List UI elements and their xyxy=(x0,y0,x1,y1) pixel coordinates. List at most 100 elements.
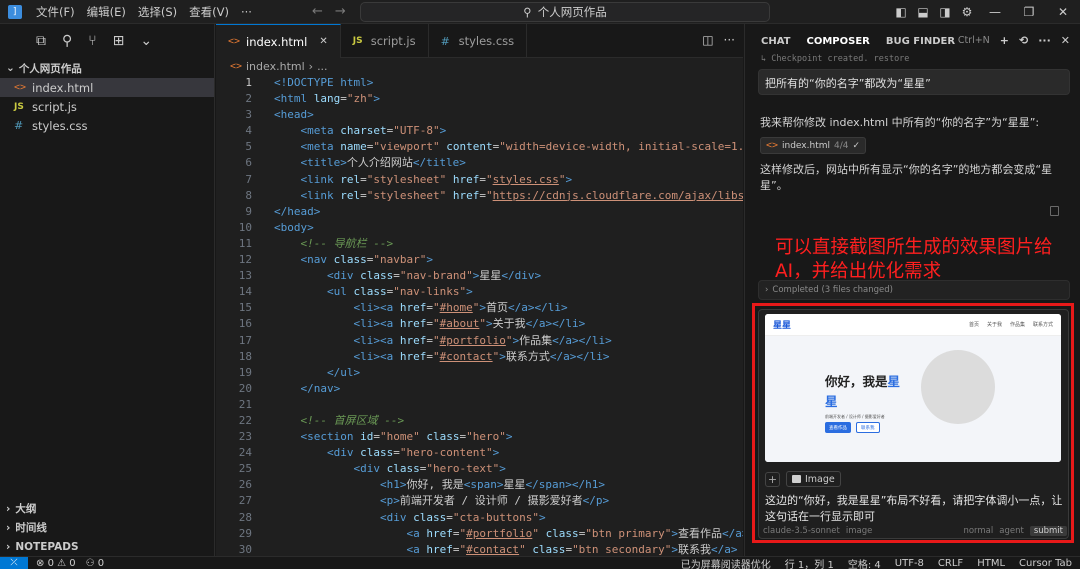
encoding[interactable]: UTF-8 xyxy=(895,558,924,569)
file-name: styles.css xyxy=(32,118,88,133)
code-line: 22 <!-- 首屏区域 --> xyxy=(216,413,743,429)
line-number: 13 xyxy=(238,269,252,283)
line-number: 15 xyxy=(238,301,252,315)
more-icon[interactable]: ··· xyxy=(1038,34,1051,47)
toggle-sidebar-icon[interactable]: ◧ xyxy=(890,0,912,24)
remote-icon[interactable]: ⤫ xyxy=(0,556,28,569)
code-line: 17 <li><a href="#portfolio">作品集</a></li> xyxy=(216,333,743,349)
file-name: script.js xyxy=(32,99,77,114)
command-center-search[interactable]: ⚲ 个人网页作品 xyxy=(360,2,770,22)
code-area[interactable]: 1 <!DOCTYPE html> 2 <html lang="zh"> 3 <head>… xyxy=(216,75,743,556)
line-number: 7 xyxy=(245,172,252,186)
code-text: <p>前端开发者 / 设计师 / 摄影爱好者</p> xyxy=(379,494,610,508)
timeline-label: 时间线 xyxy=(15,522,47,534)
edited-file-chip[interactable]: <> index.html 4/4 ✓ xyxy=(760,137,867,154)
line-number: 22 xyxy=(238,413,252,427)
minimize-icon[interactable]: — xyxy=(978,0,1012,24)
code-line: 23 <section id="home" class="hero"> xyxy=(216,429,743,445)
close-icon[interactable]: ✕ xyxy=(319,36,327,47)
css-file-icon: # xyxy=(14,119,24,132)
line-number: 10 xyxy=(238,220,252,234)
status-left: ⊗ 0 ⚠ 0 ⚇ 0 xyxy=(28,558,104,569)
line-number: 16 xyxy=(238,317,252,331)
line-ending[interactable]: CRLF xyxy=(938,558,963,569)
indentation[interactable]: 空格: 4 xyxy=(848,556,881,569)
cursor-tab[interactable]: Cursor Tab xyxy=(1019,558,1072,569)
menu-view[interactable]: 查看(V) xyxy=(189,4,229,20)
language-mode[interactable]: HTML xyxy=(977,558,1005,569)
code-text: <section id="home" class="hero"> xyxy=(300,430,513,444)
tab-styles-css[interactable]: # styles.css xyxy=(429,24,528,58)
menu-file[interactable]: 文件(F) xyxy=(36,4,75,20)
code-line: 21 xyxy=(216,397,743,413)
html-file-icon: <> xyxy=(14,82,27,93)
line-number: 29 xyxy=(238,526,252,540)
breadcrumb-sep: › xyxy=(308,59,314,73)
file-item-index-html[interactable]: <> index.html xyxy=(0,78,214,97)
menu-more[interactable]: ··· xyxy=(241,5,252,19)
html-file-icon: <> xyxy=(228,36,241,47)
chevron-right-icon: › xyxy=(6,521,11,534)
breadcrumb-more[interactable]: ... xyxy=(317,60,328,73)
code-line: 16 <li><a href="#about">关于我</a></li> xyxy=(216,316,743,332)
cursor-position[interactable]: 行 1，列 1 xyxy=(785,556,834,569)
new-shortcut: Ctrl+N xyxy=(957,35,990,46)
toggle-secondary-sidebar-icon[interactable]: ◨ xyxy=(934,0,956,24)
screen-reader-status[interactable]: 已为屏幕阅读器优化 xyxy=(681,556,771,569)
back-arrow-icon[interactable]: ← xyxy=(312,4,323,19)
status-bar: ⤫ ⊗ 0 ⚠ 0 ⚇ 0 已为屏幕阅读器优化 行 1，列 1 空格: 4 UT… xyxy=(0,556,1080,569)
close-icon[interactable]: ✕ xyxy=(1061,34,1070,47)
close-window-icon[interactable]: ✕ xyxy=(1046,0,1080,24)
search-icon[interactable]: ⚲ xyxy=(62,33,72,49)
tab-script-js[interactable]: JS script.js xyxy=(341,24,429,58)
timeline-section[interactable]: › 时间线 xyxy=(0,518,214,537)
menu-edit[interactable]: 编辑(E) xyxy=(87,4,126,20)
code-text: <head> xyxy=(274,108,314,122)
ports-indicator[interactable]: ⚇ 0 xyxy=(86,558,105,569)
copy-icon[interactable] xyxy=(1050,206,1059,216)
completed-bar[interactable]: › Completed (3 files changed) xyxy=(758,280,1070,300)
css-file-icon: # xyxy=(440,34,450,48)
history-icon[interactable]: ⟲ xyxy=(1019,34,1028,47)
tab-chat[interactable]: CHAT xyxy=(761,36,791,47)
forward-arrow-icon[interactable]: → xyxy=(335,4,346,19)
line-number: 3 xyxy=(245,108,252,122)
extensions-icon[interactable]: ⊞ xyxy=(113,33,125,49)
command-center-text: 个人网页作品 xyxy=(537,5,607,19)
tab-index-html[interactable]: <> index.html ✕ xyxy=(216,24,341,58)
split-editor-icon[interactable]: ◫ xyxy=(702,33,713,47)
line-number: 20 xyxy=(238,381,252,395)
code-text: <!DOCTYPE html> xyxy=(274,76,374,89)
chevron-down-icon[interactable]: ⌄ xyxy=(140,33,152,49)
code-text: </ul> xyxy=(326,365,361,379)
checkpoint-note[interactable]: ↳ Checkpoint created. restore xyxy=(761,54,909,64)
tab-bug-finder[interactable]: BUG FINDER xyxy=(886,36,955,47)
outline-label: 大纲 xyxy=(15,503,37,515)
outline-section[interactable]: › 大纲 xyxy=(0,499,214,518)
add-icon[interactable]: + xyxy=(1000,34,1009,47)
code-line: 10 <body> xyxy=(216,220,743,236)
code-text: </nav> xyxy=(300,381,341,395)
file-item-styles-css[interactable]: # styles.css xyxy=(0,116,214,135)
restore-icon[interactable]: ❐ xyxy=(1012,0,1046,24)
file-item-script-js[interactable]: JS script.js xyxy=(0,97,214,116)
code-text: <li><a href="#home">首页</a></li> xyxy=(353,301,568,315)
gear-icon[interactable]: ⚙ xyxy=(956,0,978,24)
files-icon[interactable]: ⧉ xyxy=(36,33,46,49)
toggle-panel-icon[interactable]: ⬓ xyxy=(912,0,934,24)
notepads-section[interactable]: › NOTEPADS xyxy=(0,537,214,556)
code-text: <body> xyxy=(274,220,314,234)
tab-composer[interactable]: COMPOSER xyxy=(807,36,870,47)
tab-label: index.html xyxy=(246,34,308,49)
folder-root[interactable]: ⌄ 个人网页作品 xyxy=(0,58,214,78)
line-number: 4 xyxy=(245,124,252,138)
menu-selection[interactable]: 选择(S) xyxy=(138,4,177,20)
code-text: <link rel="stylesheet" href="styles.css"… xyxy=(300,172,573,186)
source-control-icon[interactable]: ⑂ xyxy=(88,33,96,49)
problems-indicator[interactable]: ⊗ 0 ⚠ 0 xyxy=(36,558,76,569)
chevron-down-icon: ⌄ xyxy=(6,62,15,74)
more-actions-icon[interactable]: ··· xyxy=(724,33,735,47)
red-highlight-frame xyxy=(752,303,1074,543)
line-number: 11 xyxy=(238,236,252,250)
breadcrumb-file[interactable]: index.html xyxy=(246,60,305,73)
